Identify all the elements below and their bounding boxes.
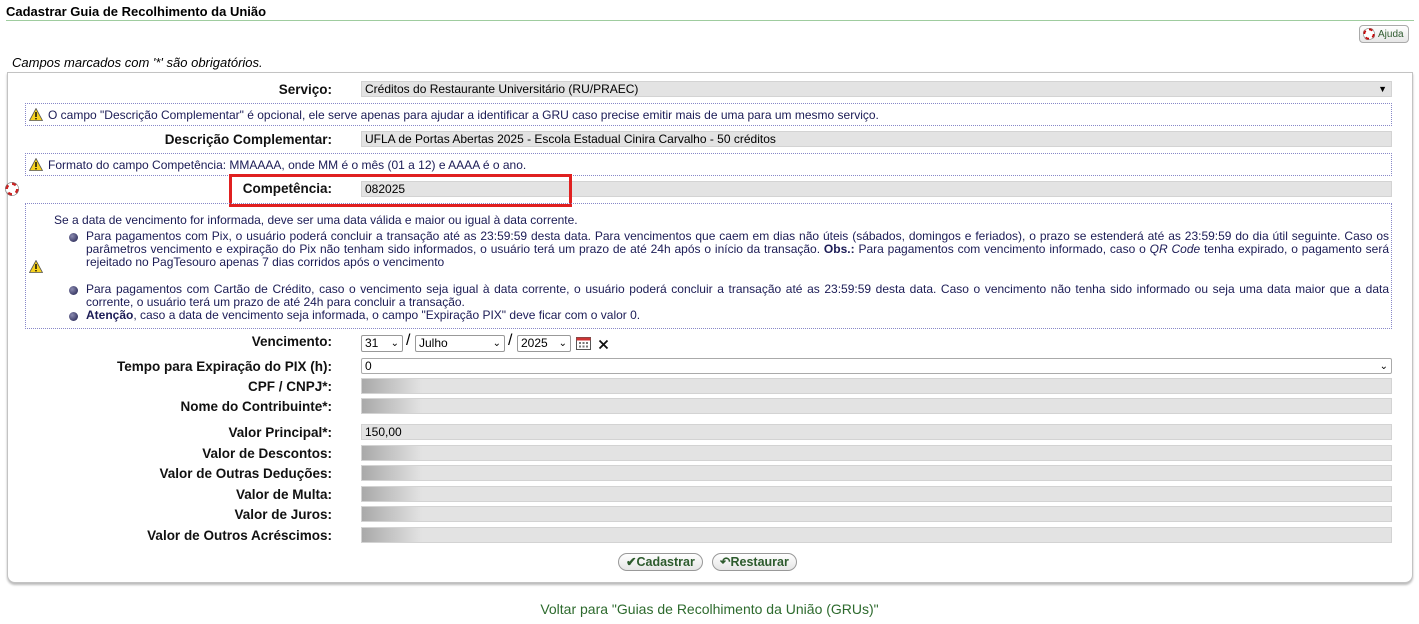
vencimento-month-select[interactable]: Julho ⌄ (415, 335, 505, 352)
expiracao-pix-label: Tempo para Expiração do PIX (h): (116, 359, 332, 374)
cartao-rule-text: Para pagamentos com Cartão de Crédito, c… (86, 282, 1389, 309)
calendar-icon[interactable] (576, 337, 591, 350)
valor-multa-input[interactable] (361, 486, 1392, 502)
warning-icon (29, 260, 43, 273)
descricao-info-text: O campo "Descrição Complementar" é opcio… (48, 108, 879, 122)
checkmark-icon: ✔ (626, 555, 637, 569)
valor-descontos-input[interactable] (361, 445, 1392, 461)
chevron-down-icon: ⌄ (390, 338, 399, 349)
vencimento-year-select[interactable]: 2025 ⌄ (517, 335, 571, 352)
undo-icon: ↶ (720, 555, 731, 569)
valor-outros-acrescimos-label: Valor de Outros Acréscimos: (147, 528, 332, 543)
valor-juros-input[interactable] (361, 506, 1392, 522)
servico-select[interactable]: Créditos do Restaurante Universitário (R… (361, 81, 1392, 97)
date-separator: / (508, 332, 513, 349)
required-fields-note: Campos marcados com '*' são obrigatórios… (12, 55, 263, 70)
valor-outras-deducoes-input[interactable] (361, 465, 1392, 481)
valor-principal-input[interactable]: 150,00 (361, 424, 1392, 440)
valor-principal-label: Valor Principal*: (228, 425, 332, 440)
clear-date-icon[interactable] (598, 339, 609, 350)
cadastrar-button[interactable]: ✔Cadastrar (618, 553, 703, 571)
descricao-label: Descrição Complementar: (164, 132, 332, 147)
warning-icon (29, 158, 43, 171)
descricao-value: UFLA de Portas Abertas 2025 - Escola Est… (365, 132, 776, 146)
expiracao-pix-select[interactable]: 0 ⌄ (361, 358, 1392, 374)
chevron-down-icon: ⌄ (558, 338, 567, 349)
bullet-icon (69, 233, 78, 242)
competencia-info-text: Formato do campo Competência: MMAAAA, on… (48, 158, 527, 172)
cpf-cnpj-input[interactable] (361, 378, 1392, 394)
title-divider (6, 20, 1414, 21)
valor-descontos-label: Valor de Descontos: (202, 446, 332, 461)
date-separator: / (406, 332, 411, 349)
valor-multa-label: Valor de Multa: (235, 487, 332, 502)
lifebuoy-icon[interactable] (5, 182, 19, 196)
back-to-grus-link[interactable]: Voltar para "Guias de Recolhimento da Un… (0, 601, 1419, 617)
descricao-input[interactable]: UFLA de Portas Abertas 2025 - Escola Est… (361, 131, 1392, 147)
servico-value: Créditos do Restaurante Universitário (R… (365, 82, 639, 96)
atencao-rule-text: Atenção, caso a data de vencimento seja … (86, 308, 641, 322)
bullet-icon (69, 312, 78, 321)
competencia-info-note: Formato do campo Competência: MMAAAA, on… (25, 153, 1392, 176)
descricao-info-note: O campo "Descrição Complementar" é opcio… (25, 103, 1392, 126)
valor-juros-label: Valor de Juros: (234, 507, 332, 522)
valor-outros-acrescimos-input[interactable] (361, 527, 1392, 543)
chevron-down-icon: ⌄ (492, 338, 501, 349)
bullet-icon (69, 286, 78, 295)
dropdown-arrow-icon: ▼ (1378, 84, 1387, 94)
nome-contribuinte-input[interactable] (361, 398, 1392, 414)
nome-contribuinte-label: Nome do Contribuinte*: (180, 399, 333, 414)
help-button[interactable]: Ajuda (1359, 25, 1409, 43)
servico-label: Serviço: (278, 82, 332, 97)
vencimento-label: Vencimento: (251, 334, 332, 349)
warning-icon (29, 108, 43, 121)
restaurar-button[interactable]: ↶Restaurar (712, 553, 797, 571)
chevron-down-icon: ⌄ (1379, 361, 1388, 372)
pix-rule-text: Para pagamentos com Pix, o usuário poder… (86, 229, 1389, 269)
lifebuoy-icon (1363, 28, 1375, 40)
help-label: Ajuda (1378, 28, 1404, 40)
page-title: Cadastrar Guia de Recolhimento da União (6, 4, 267, 19)
vencimento-intro: Se a data de vencimento for informada, d… (54, 213, 578, 227)
vencimento-info-note: Se a data de vencimento for informada, d… (25, 203, 1392, 329)
cpf-cnpj-label: CPF / CNPJ*: (247, 379, 332, 394)
vencimento-day-select[interactable]: 31 ⌄ (361, 335, 403, 352)
valor-outras-deducoes-label: Valor de Outras Deduções: (159, 466, 332, 481)
